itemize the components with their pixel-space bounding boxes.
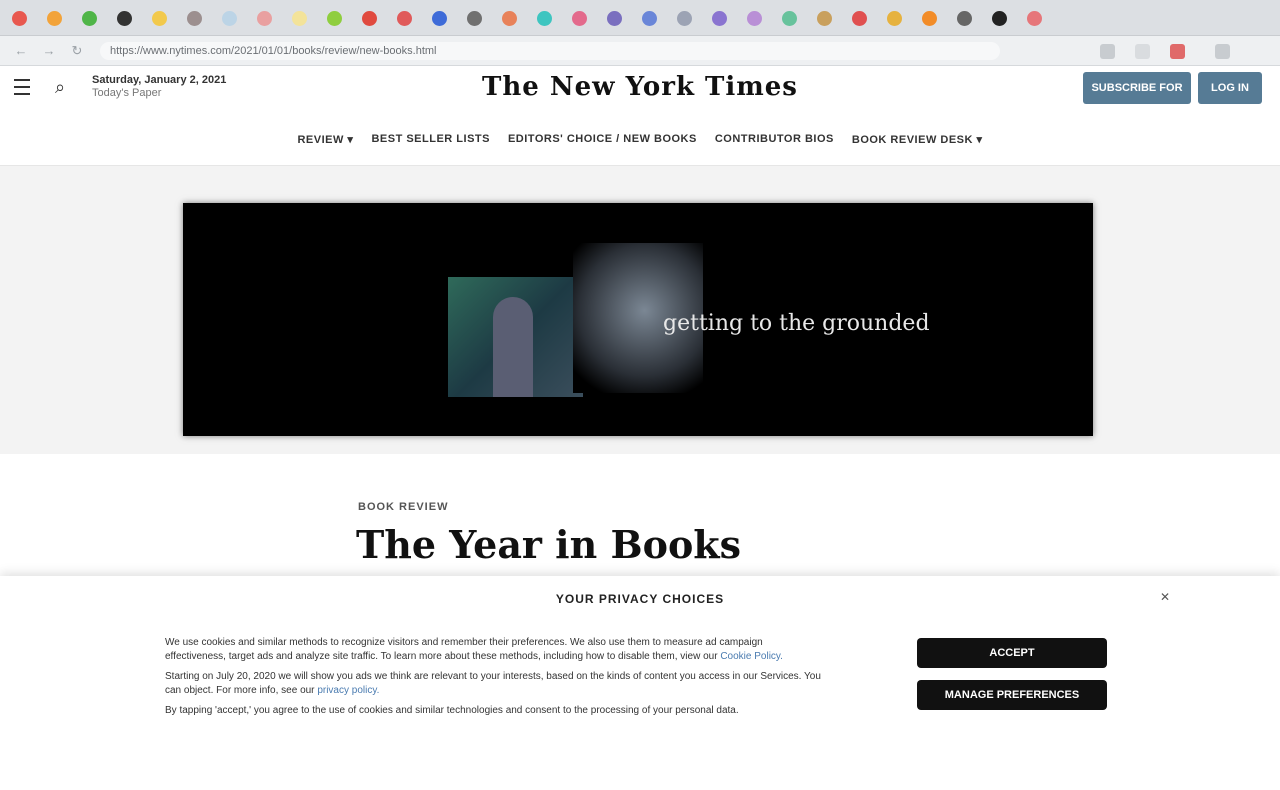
tab-favicon-icon[interactable] [152, 11, 167, 26]
tab-favicon-icon[interactable] [1027, 11, 1042, 26]
manage-preferences-button[interactable]: MANAGE PREFERENCES [917, 680, 1107, 710]
tab-favicon-icon[interactable] [222, 11, 237, 26]
browser-address-bar: ← → ↻ https://www.nytimes.com/2021/01/01… [0, 36, 1280, 66]
tab-favicon-icon[interactable] [537, 11, 552, 26]
ad-image-person [448, 277, 583, 397]
section-nav-item[interactable]: CONTRIBUTOR BIOS [715, 133, 834, 146]
tab-favicon-icon[interactable] [47, 11, 62, 26]
profile-icon[interactable] [1215, 44, 1230, 59]
tab-favicon-icon[interactable] [922, 11, 937, 26]
section-nav-item[interactable]: BEST SELLER LISTS [371, 133, 490, 146]
tab-favicon-icon[interactable] [677, 11, 692, 26]
article-kicker[interactable]: BOOK REVIEW [358, 501, 448, 513]
extension-icon[interactable] [1135, 44, 1150, 59]
consent-paragraph: By tapping 'accept,' you agree to the us… [165, 705, 739, 716]
consent-paragraph: We use cookies and similar methods to re… [165, 637, 783, 662]
tab-favicon-icon[interactable] [117, 11, 132, 26]
back-icon[interactable]: ← [12, 42, 30, 60]
tab-favicon-icon[interactable] [887, 11, 902, 26]
tab-favicon-icon[interactable] [957, 11, 972, 26]
tab-favicon-icon[interactable] [292, 11, 307, 26]
privacy-policy-link[interactable]: privacy policy. [317, 685, 379, 696]
tab-favicon-icon[interactable] [607, 11, 622, 26]
tab-favicon-icon[interactable] [852, 11, 867, 26]
browser-tab-bar [0, 0, 1280, 36]
consent-title: YOUR PRIVACY CHOICES [555, 592, 725, 606]
url-field[interactable]: https://www.nytimes.com/2021/01/01/books… [100, 42, 1000, 60]
article-headline: The Year in Books [356, 522, 742, 567]
accept-button[interactable]: ACCEPT [917, 638, 1107, 668]
tab-favicon-icon[interactable] [992, 11, 1007, 26]
reload-icon[interactable]: ↻ [68, 42, 86, 60]
tab-favicon-icon[interactable] [432, 11, 447, 26]
tab-favicon-icon[interactable] [12, 11, 27, 26]
tab-favicon-icon[interactable] [467, 11, 482, 26]
forward-icon[interactable]: → [40, 42, 58, 60]
extension-icon[interactable] [1170, 44, 1185, 59]
tab-favicon-icon[interactable] [782, 11, 797, 26]
section-nav: REVIEW ▾ BEST SELLER LISTS EDITORS' CHOICE… [0, 116, 1280, 166]
privacy-consent-banner: YOUR PRIVACY CHOICES ✕ We use cookies an… [0, 576, 1280, 790]
site-header: ⌕ Saturday, January 2, 2021 Today's Pape… [0, 66, 1280, 126]
article-header: BOOK REVIEW The Year in Books [0, 454, 1280, 584]
tab-favicon-icon[interactable] [712, 11, 727, 26]
close-icon[interactable]: ✕ [1160, 590, 1170, 604]
ad-banner[interactable]: getting to the grounded [183, 203, 1093, 436]
tab-favicon-icon[interactable] [257, 11, 272, 26]
tab-favicon-icon[interactable] [187, 11, 202, 26]
subscribe-button[interactable]: SUBSCRIBE FOR $1/WEEK [1083, 72, 1191, 126]
consent-text: We use cookies and similar methods to re… [165, 636, 825, 724]
section-nav-item[interactable]: EDITORS' CHOICE / NEW BOOKS [508, 133, 697, 146]
login-button[interactable]: LOG IN [1198, 72, 1262, 104]
tab-favicon-icon[interactable] [82, 11, 97, 26]
tab-favicon-icon[interactable] [642, 11, 657, 26]
cookie-policy-link[interactable]: Cookie Policy. [720, 651, 783, 662]
ad-zone: getting to the grounded [0, 166, 1280, 454]
consent-paragraph: Starting on July 20, 2020 we will show y… [165, 671, 821, 696]
tab-favicon-icon[interactable] [397, 11, 412, 26]
tab-favicon-icon[interactable] [747, 11, 762, 26]
extension-icon[interactable] [1100, 44, 1115, 59]
tab-favicon-icon[interactable] [327, 11, 342, 26]
tab-favicon-icon[interactable] [502, 11, 517, 26]
tab-favicon-icon[interactable] [572, 11, 587, 26]
section-nav-item[interactable]: BOOK REVIEW DESK ▾ [852, 133, 983, 146]
section-nav-item[interactable]: REVIEW ▾ [297, 133, 353, 146]
tab-favicon-icon[interactable] [362, 11, 377, 26]
tab-favicon-icon[interactable] [817, 11, 832, 26]
ad-tagline: getting to the grounded [663, 311, 930, 336]
